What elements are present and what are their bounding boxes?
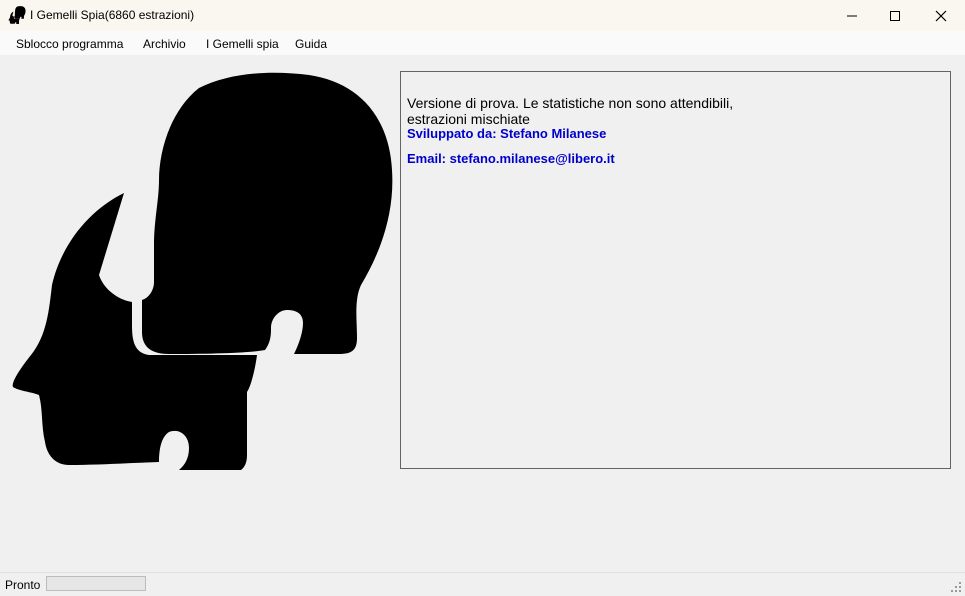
window-title: I Gemelli Spia(6860 estrazioni): [30, 8, 195, 22]
close-icon: [935, 10, 947, 21]
resize-grip-icon[interactable]: [950, 581, 962, 593]
twin-heads-icon: [8, 6, 26, 24]
menu-archivio[interactable]: Archivio: [143, 37, 186, 51]
close-button[interactable]: [918, 0, 964, 31]
minimize-icon: [847, 15, 857, 16]
developer-email[interactable]: Email: stefano.milanese@libero.it: [407, 151, 615, 166]
developer-credit: Sviluppato da: Stefano Milanese: [407, 126, 607, 141]
menu-sblocco-programma[interactable]: Sblocco programma: [16, 37, 123, 51]
progress-bar: [46, 576, 146, 591]
maximize-button[interactable]: [872, 0, 918, 31]
status-text: Pronto: [5, 578, 41, 592]
menu-bar: Sblocco programma Archivio I Gemelli spi…: [0, 31, 965, 55]
status-bar: Pronto: [0, 572, 965, 596]
trial-notice-line2: estrazioni mischiate: [407, 111, 530, 127]
minimize-button[interactable]: [829, 0, 875, 31]
trial-notice-line1: Versione di prova. Le statistiche non so…: [407, 95, 734, 111]
title-bar: I Gemelli Spia(6860 estrazioni): [0, 0, 965, 31]
menu-gemelli-spia[interactable]: I Gemelli spia: [206, 37, 279, 51]
twin-heads-logo: [12, 72, 393, 470]
maximize-icon: [890, 10, 900, 21]
menu-guida[interactable]: Guida: [295, 37, 327, 51]
info-panel: Versione di prova. Le statistiche non so…: [400, 71, 951, 469]
